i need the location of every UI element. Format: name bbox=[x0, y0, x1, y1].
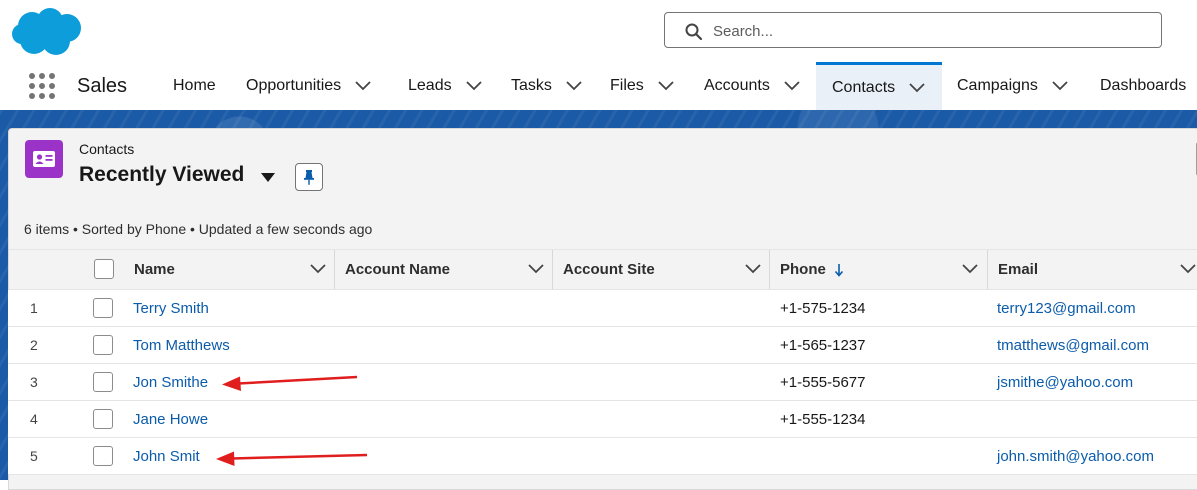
contact-name-link[interactable]: Jane Howe bbox=[133, 401, 208, 437]
tab-label: Contacts bbox=[832, 78, 896, 96]
search-input[interactable] bbox=[711, 19, 1135, 43]
table-row[interactable]: 2 Tom Matthews +1-565-1237 tmatthews@gma… bbox=[8, 327, 1197, 364]
chevron-down-icon[interactable] bbox=[355, 81, 371, 91]
table-row[interactable]: 3 Jon Smithe +1-555-5677 jsmithe@yahoo.c… bbox=[8, 364, 1197, 401]
contact-name-link[interactable]: Jon Smithe bbox=[133, 364, 208, 400]
email-link[interactable]: john.smith@yahoo.com bbox=[997, 438, 1154, 474]
chevron-down-icon[interactable] bbox=[745, 264, 761, 274]
column-label: Name bbox=[134, 261, 175, 278]
list-view-meta: 6 items • Sorted by Phone • Updated a fe… bbox=[24, 221, 373, 237]
chevron-down-icon[interactable] bbox=[310, 264, 326, 274]
chevron-down-icon[interactable] bbox=[1052, 81, 1068, 91]
contact-name-link[interactable]: Tom Matthews bbox=[133, 327, 230, 363]
row-number: 4 bbox=[30, 411, 38, 427]
row-number: 3 bbox=[30, 374, 38, 390]
column-header-phone[interactable]: Phone bbox=[780, 250, 987, 289]
phone-cell: +1-555-1234 bbox=[780, 410, 866, 428]
email-link[interactable]: terry123@gmail.com bbox=[997, 290, 1136, 326]
row-checkbox[interactable] bbox=[93, 372, 113, 392]
global-header bbox=[0, 0, 1197, 62]
phone-cell: +1-555-5677 bbox=[780, 373, 866, 391]
tab-tasks[interactable]: Tasks bbox=[511, 62, 582, 110]
object-label: Contacts bbox=[79, 141, 135, 157]
column-divider[interactable] bbox=[552, 250, 553, 289]
tab-label: Home bbox=[173, 77, 216, 94]
arrow-down-icon bbox=[834, 263, 843, 277]
pin-icon bbox=[304, 170, 314, 185]
tab-home[interactable]: Home bbox=[173, 62, 216, 110]
row-number: 5 bbox=[30, 448, 38, 464]
row-number: 1 bbox=[30, 300, 38, 316]
contact-name-link[interactable]: Terry Smith bbox=[133, 290, 209, 326]
column-header-account-site[interactable]: Account Site bbox=[563, 250, 769, 289]
chevron-down-icon[interactable] bbox=[465, 81, 482, 91]
table-row[interactable]: 5 John Smit john.smith@yahoo.com bbox=[8, 438, 1197, 475]
column-header-account-name[interactable]: Account Name bbox=[345, 250, 552, 289]
tab-leads[interactable]: Leads bbox=[408, 62, 482, 110]
contact-name-link[interactable]: John Smit bbox=[133, 438, 200, 474]
tab-accounts[interactable]: Accounts bbox=[704, 62, 800, 110]
search-icon bbox=[685, 23, 703, 41]
app-launcher-icon[interactable] bbox=[28, 72, 56, 100]
select-all-checkbox[interactable] bbox=[94, 259, 114, 279]
column-header-name[interactable]: Name bbox=[134, 250, 334, 289]
caret-down-icon[interactable] bbox=[261, 173, 275, 182]
table-row[interactable]: 4 Jane Howe +1-555-1234 bbox=[8, 401, 1197, 438]
tab-label: Campaigns bbox=[957, 77, 1038, 94]
column-header-email[interactable]: Email bbox=[998, 250, 1197, 289]
column-divider[interactable] bbox=[987, 250, 988, 289]
app-name: Sales bbox=[77, 75, 128, 97]
table-row[interactable]: 1 Terry Smith +1-575-1234 terry123@gmail… bbox=[8, 290, 1197, 327]
app-navigation-bar: Sales Home Opportunities Leads Tasks Fil… bbox=[0, 62, 1197, 110]
row-checkbox[interactable] bbox=[93, 409, 113, 429]
column-divider[interactable] bbox=[769, 250, 770, 289]
tab-label: Dashboards bbox=[1100, 77, 1187, 94]
global-search-box[interactable] bbox=[664, 12, 1162, 48]
chevron-down-icon[interactable] bbox=[909, 82, 925, 93]
tab-label: Accounts bbox=[704, 77, 770, 94]
tab-label: Leads bbox=[408, 77, 452, 94]
tab-label: Opportunities bbox=[246, 77, 342, 94]
table-header: Name Account Name Account Site Phone Ema… bbox=[9, 249, 1197, 290]
chevron-down-icon[interactable] bbox=[962, 264, 978, 274]
phone-cell: +1-575-1234 bbox=[780, 299, 866, 317]
column-label: Email bbox=[998, 261, 1039, 278]
tab-label: Files bbox=[610, 77, 644, 94]
salesforce-logo-icon[interactable] bbox=[10, 6, 86, 58]
chevron-down-icon[interactable] bbox=[784, 81, 800, 91]
column-label: Phone bbox=[780, 261, 826, 278]
tab-contacts[interactable]: Contacts bbox=[816, 62, 942, 110]
row-checkbox[interactable] bbox=[93, 446, 113, 466]
pin-list-view-button[interactable] bbox=[295, 163, 323, 191]
tab-opportunities[interactable]: Opportunities bbox=[246, 62, 371, 110]
column-label: Account Name bbox=[345, 261, 451, 278]
phone-cell: +1-565-1237 bbox=[780, 336, 866, 354]
column-label: Account Site bbox=[563, 261, 655, 278]
tab-files[interactable]: Files bbox=[610, 62, 674, 110]
chevron-down-icon[interactable] bbox=[658, 81, 674, 91]
contact-object-icon bbox=[25, 140, 63, 178]
tab-campaigns[interactable]: Campaigns bbox=[957, 62, 1068, 110]
email-link[interactable]: jsmithe@yahoo.com bbox=[997, 364, 1133, 400]
chevron-down-icon[interactable] bbox=[528, 264, 544, 274]
email-link[interactable]: tmatthews@gmail.com bbox=[997, 327, 1149, 363]
tab-label: Tasks bbox=[511, 77, 552, 94]
tab-dashboards[interactable]: Dashboards bbox=[1100, 62, 1186, 110]
row-checkbox[interactable] bbox=[93, 335, 113, 355]
chevron-down-icon[interactable] bbox=[566, 81, 582, 91]
column-divider[interactable] bbox=[334, 250, 335, 289]
list-view-title[interactable]: Recently Viewed bbox=[79, 163, 244, 187]
chevron-down-icon[interactable] bbox=[1180, 264, 1196, 274]
table-body: 1 Terry Smith +1-575-1234 terry123@gmail… bbox=[8, 290, 1197, 480]
row-checkbox[interactable] bbox=[93, 298, 113, 318]
row-number: 2 bbox=[30, 337, 38, 353]
